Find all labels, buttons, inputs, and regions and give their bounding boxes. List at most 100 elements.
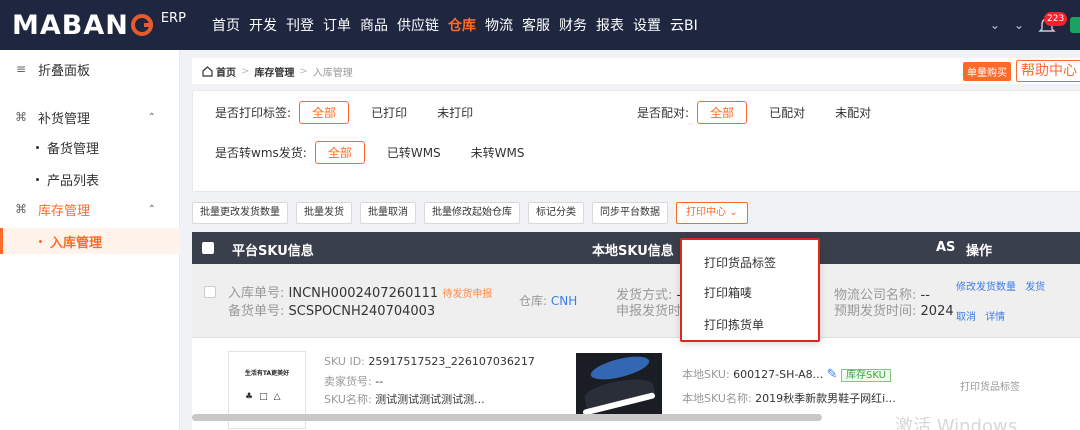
filter-option-paired[interactable]: 已配对	[769, 104, 805, 121]
brand-name: MABAN	[12, 9, 129, 41]
chevron-down-icon[interactable]: ⌄	[1014, 18, 1024, 32]
header-buttons: 单量购买 帮助中心	[963, 60, 1080, 82]
sync-platform-button[interactable]: 同步平台数据	[592, 202, 668, 224]
buy-quota-button[interactable]: 单量购买	[963, 61, 1011, 81]
breadcrumb-home[interactable]: 首页	[216, 64, 236, 79]
nav-home[interactable]: 首页	[212, 15, 240, 35]
top-bar: MABAN ERP 首页 开发 刊登 订单 商品 供应链 仓库 物流 客服 财务…	[0, 0, 1080, 50]
filter-label: 是否配对:	[637, 106, 690, 120]
notification-bell[interactable]: 223	[1038, 12, 1068, 36]
col-local-sku: 本地SKU信息	[592, 244, 674, 259]
main-nav: 首页 开发 刊登 订单 商品 供应链 仓库 物流 客服 财务 报表 设置 云BI	[212, 0, 707, 50]
filter-panel: 是否打印标签: 全部 已打印 未打印 是否配对: 全部 已配对 未配对 是否转w…	[192, 90, 1080, 192]
print-label-link[interactable]: 打印货品标签	[960, 378, 1020, 393]
nav-settings[interactable]: 设置	[633, 15, 661, 35]
local-sku-label: 本地SKU:	[682, 368, 730, 381]
notification-badge: 223	[1044, 12, 1068, 26]
filter-option-all[interactable]: 全部	[299, 101, 350, 124]
brand-logo[interactable]: MABAN ERP	[12, 8, 186, 42]
nav-logistics[interactable]: 物流	[485, 15, 513, 35]
warehouse: 仓库: CNH	[519, 292, 577, 309]
sku-id: SKU ID: 25917517523_226107036217	[324, 355, 535, 368]
nav-finance[interactable]: 财务	[559, 15, 587, 35]
mark-category-button[interactable]: 标记分类	[528, 202, 584, 224]
sidebar-item-label: 产品列表	[47, 173, 100, 189]
nav-products[interactable]: 商品	[360, 15, 388, 35]
breadcrumb-separator: >	[241, 65, 250, 77]
batch-edit-qty-button[interactable]: 批量更改发货数量	[192, 202, 288, 224]
sku-name-value: 测试测试测试测试测...	[375, 393, 485, 406]
expected-label: 预期发货时间:	[834, 304, 917, 319]
detail-link[interactable]: 详情	[985, 312, 1005, 323]
inbound-no: 入库单号: INCNH0002407260111 待发货申报	[228, 282, 492, 301]
bullet-icon	[36, 177, 39, 181]
breadcrumb-current: 入库管理	[312, 67, 353, 79]
nav-service[interactable]: 客服	[522, 15, 550, 35]
bullet-icon	[36, 145, 39, 149]
row-ops-bottom: 取消 详情	[956, 308, 1005, 323]
sidebar-group-inventory[interactable]: ⌘ 库存管理 ⌃	[0, 194, 180, 224]
horizontal-scrollbar[interactable]	[192, 414, 822, 421]
nav-warehouse[interactable]: 仓库	[448, 15, 476, 35]
cancel-link[interactable]: 取消	[956, 312, 976, 323]
filter-label: 是否转wms发货:	[215, 146, 307, 160]
row-checkbox[interactable]	[204, 286, 216, 298]
filter-option-unpaired[interactable]: 未配对	[835, 104, 871, 121]
row-ops-top: 修改发货数量 发货	[956, 278, 1045, 293]
sidebar-item-inbound[interactable]: 入库管理	[0, 228, 180, 254]
ship-link[interactable]: 发货	[1025, 282, 1045, 293]
sidebar-item-product-list[interactable]: 产品列表	[0, 166, 180, 192]
sidebar: ≡ 折叠面板 ⌘ 补货管理 ⌃ 备货管理 产品列表 ⌘ 库存管理 ⌃ 入库管理	[0, 50, 180, 430]
filter-option-printed[interactable]: 已打印	[371, 104, 407, 121]
windows-activation-watermark: 激活 Windows	[895, 416, 1018, 430]
nav-listing[interactable]: 刊登	[286, 15, 314, 35]
sidebar-collapse-label: 折叠面板	[38, 63, 91, 79]
local-sku-name: 本地SKU名称: 2019秋季新款男鞋子网红i...	[682, 390, 896, 406]
top-right-tools: ⌄ ⌄ 223	[990, 0, 1080, 50]
chevron-down-icon: ⌄	[729, 207, 738, 218]
filter-option-all[interactable]: 全部	[314, 141, 365, 164]
print-center-button[interactable]: 打印中心 ⌄	[676, 202, 748, 224]
chevron-down-icon[interactable]: ⌄	[990, 18, 1000, 32]
app-icon[interactable]	[1070, 17, 1080, 33]
chevron-up-icon: ⌃	[147, 111, 156, 123]
local-product-image[interactable]	[576, 353, 662, 415]
filter-print-label: 是否打印标签: 全部 已打印 未打印	[215, 101, 503, 124]
sidebar-group-replenish[interactable]: ⌘ 补货管理 ⌃	[0, 102, 180, 132]
select-all-checkbox[interactable]	[202, 242, 214, 254]
filter-label: 是否打印标签:	[215, 106, 292, 120]
sidebar-item-label: 入库管理	[50, 235, 103, 251]
edit-icon[interactable]: ✎	[827, 367, 838, 382]
filter-wms: 是否转wms发货: 全部 已转WMS 未转WMS	[215, 141, 555, 164]
command-icon: ⌘	[15, 202, 27, 216]
menu-item-print-box-mark[interactable]: 打印箱唛	[704, 284, 752, 301]
nav-supply-chain[interactable]: 供应链	[397, 15, 439, 35]
nav-reports[interactable]: 报表	[596, 15, 624, 35]
menu-item-print-picking-list[interactable]: 打印拣货单	[704, 316, 764, 333]
batch-edit-warehouse-button[interactable]: 批量修改起始仓库	[424, 202, 520, 224]
nav-develop[interactable]: 开发	[249, 15, 277, 35]
sidebar-item-stock-manage[interactable]: 备货管理	[0, 134, 180, 160]
sidebar-group-label: 补货管理	[38, 111, 91, 127]
batch-ship-button[interactable]: 批量发货	[296, 202, 352, 224]
filter-option-all[interactable]: 全部	[697, 101, 748, 124]
sku-name: SKU名称: 测试测试测试测试测...	[324, 391, 485, 407]
help-center-button[interactable]: 帮助中心	[1016, 60, 1080, 82]
filter-option-not-wms[interactable]: 未转WMS	[471, 144, 525, 161]
menu-item-print-goods-label[interactable]: 打印货品标签	[704, 254, 776, 271]
nav-cloud-bi[interactable]: 云BI	[670, 15, 698, 35]
main-content: 首页 > 库存管理 > 入库管理 单量购买 帮助中心 是否打印标签: 全部 已打…	[180, 50, 1080, 430]
breadcrumb-level1[interactable]: 库存管理	[254, 64, 294, 79]
table-header: 平台SKU信息 本地SKU信息 AS 操作	[192, 232, 1080, 264]
sidebar-collapse[interactable]: ≡ 折叠面板	[0, 54, 180, 84]
edit-ship-qty-link[interactable]: 修改发货数量	[956, 282, 1016, 293]
local-sku: 本地SKU: 600127-SH-A8... ✎ 库存SKU	[682, 366, 892, 382]
nav-orders[interactable]: 订单	[323, 15, 351, 35]
thumbnail-symbols-icon: ♣□△	[245, 392, 287, 402]
local-name-label: 本地SKU名称:	[682, 392, 752, 405]
sidebar-item-label: 备货管理	[47, 141, 100, 157]
filter-option-wms[interactable]: 已转WMS	[387, 144, 441, 161]
batch-cancel-button[interactable]: 批量取消	[360, 202, 416, 224]
filter-option-unprinted[interactable]: 未打印	[437, 104, 473, 121]
print-center-dropdown: 打印货品标签 打印箱唛 打印拣货单	[680, 238, 820, 342]
